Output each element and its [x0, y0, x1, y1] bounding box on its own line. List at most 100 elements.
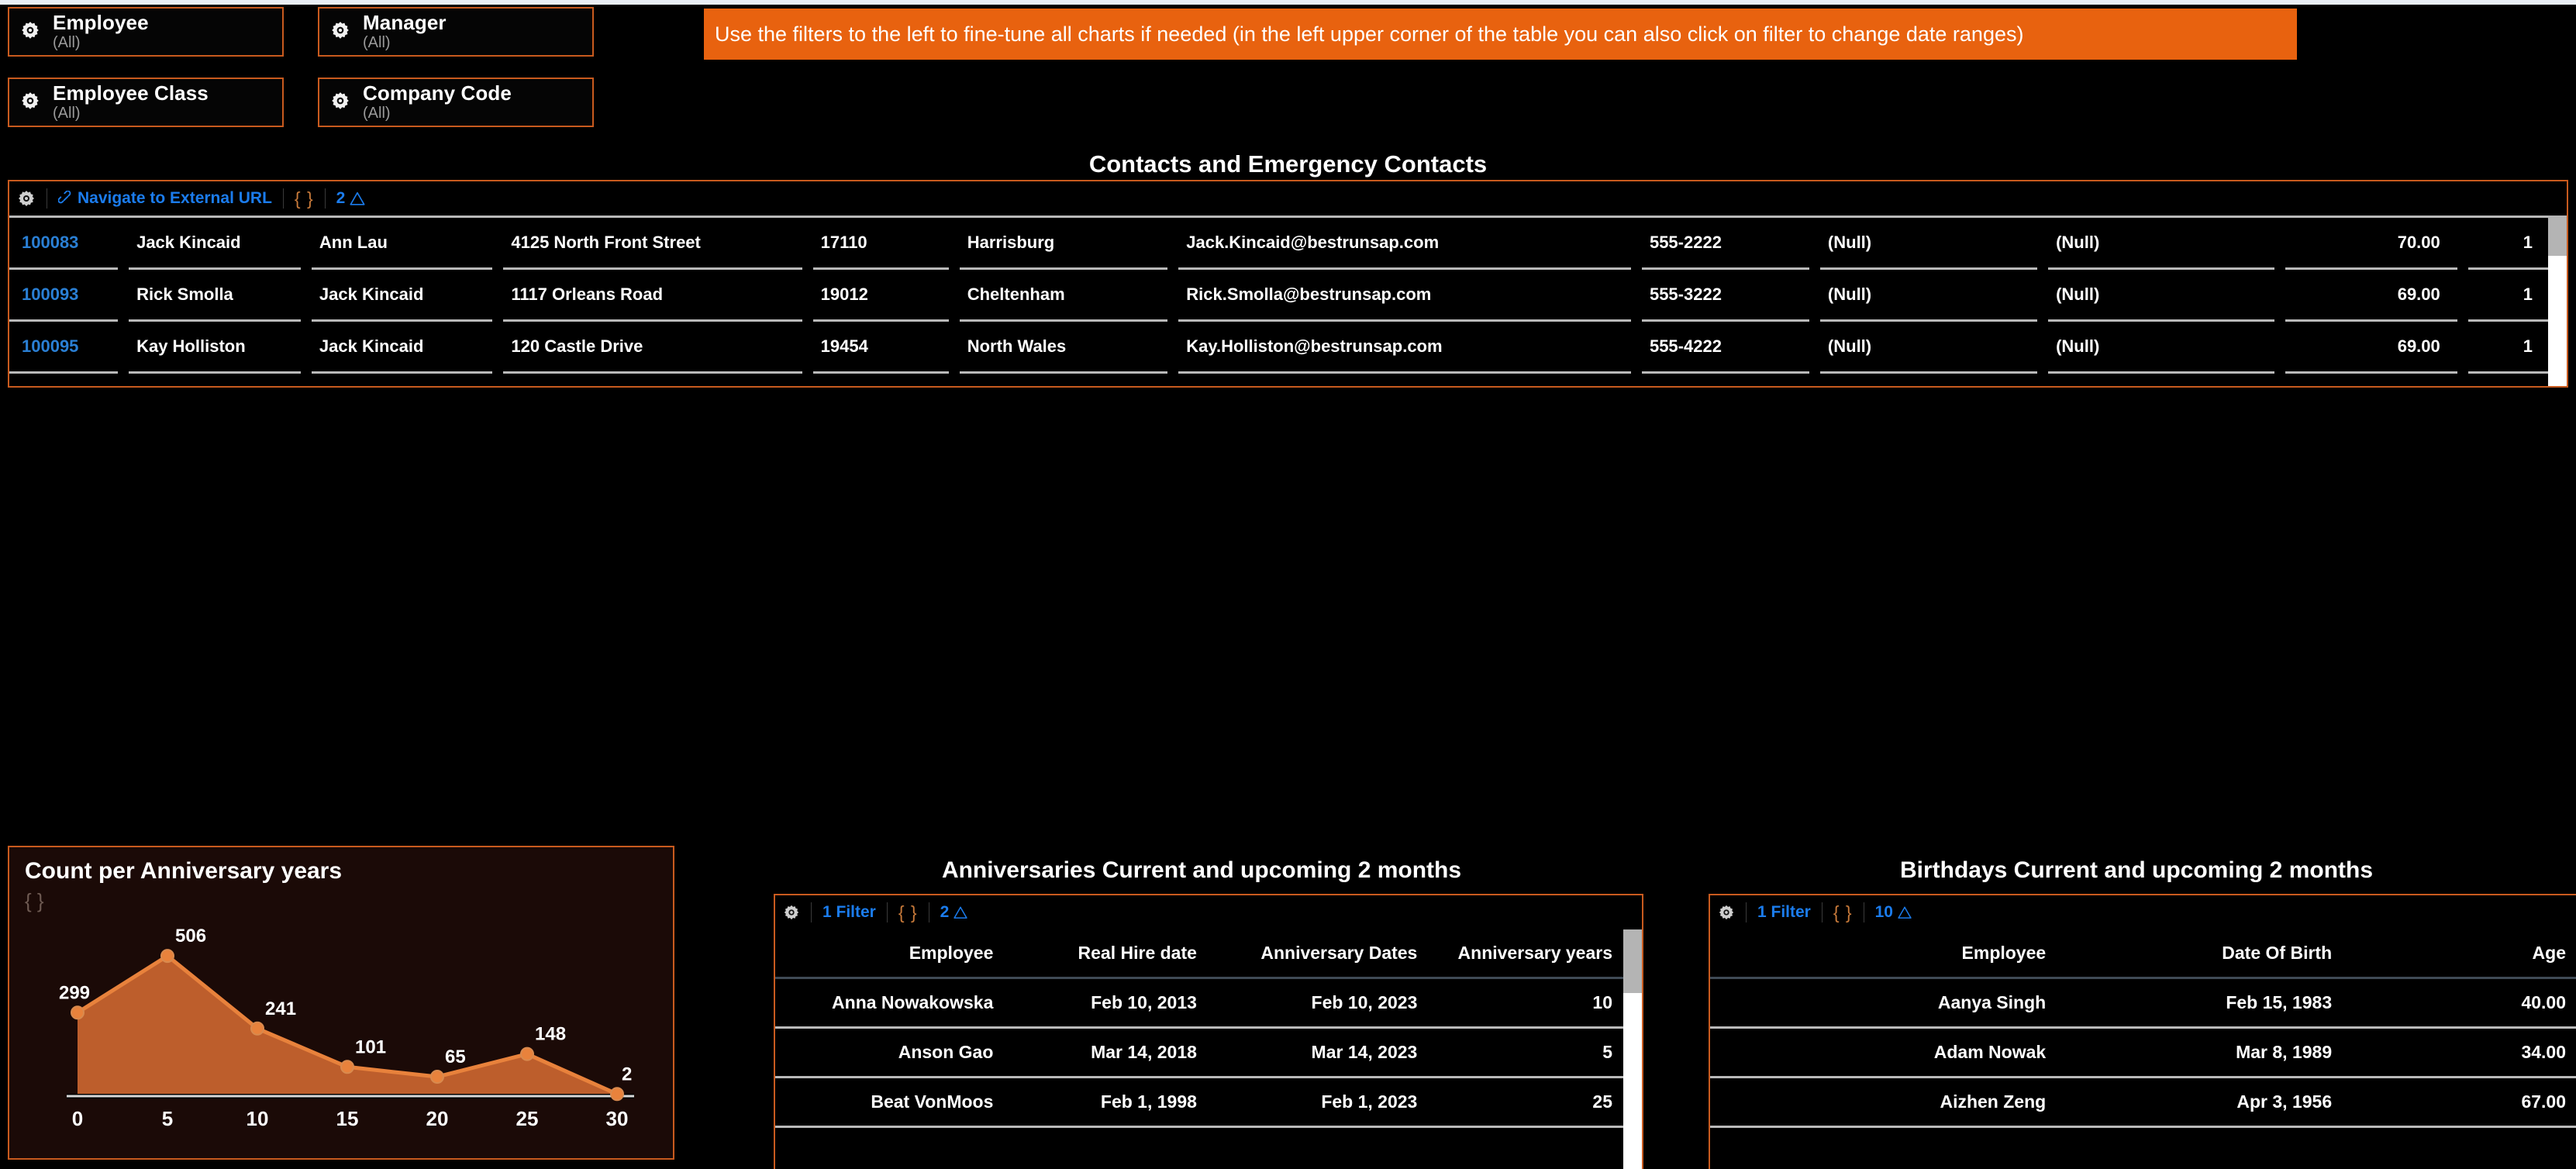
braces-icon[interactable]: { } — [1833, 902, 1853, 923]
cell-gap — [118, 267, 129, 319]
table-row[interactable]: 100083 Jack Kincaid Ann Lau 4125 North Fron… — [9, 216, 2550, 267]
table-cell: Feb 15, 1983 — [2057, 979, 2343, 1029]
chart-data-point[interactable] — [71, 1005, 84, 1020]
contacts-table-vertical-scrollbar[interactable] — [2548, 216, 2567, 386]
column-header[interactable]: Real Hire date — [1004, 929, 1208, 979]
anniversaries-scroll-area[interactable]: Employee Real Hire date Anniversary Dates A… — [775, 929, 1642, 1169]
chart-data-point[interactable] — [430, 1070, 444, 1085]
filter-button[interactable]: 1 Filter — [822, 903, 876, 922]
chart-x-tick-label: 10 — [247, 1107, 269, 1130]
filter-title: Employee — [53, 10, 149, 34]
table-cell: 1 — [2467, 371, 2550, 386]
chart-data-point[interactable] — [250, 1021, 264, 1036]
filter-card-employee-class[interactable]: Employee Class (All) — [8, 78, 284, 127]
gear-icon[interactable] — [1718, 904, 1735, 921]
warning-badge[interactable]: 10 — [1875, 903, 1912, 922]
table-cell: 10 — [1428, 979, 1623, 1029]
chart-data-point[interactable] — [610, 1087, 624, 1102]
chart-x-tick-label: 5 — [162, 1107, 173, 1130]
table-cell: Aanya Singh — [1710, 979, 2057, 1029]
employee-id-link[interactable]: 100083 — [9, 216, 119, 267]
cell-gap — [2457, 371, 2468, 386]
table-row[interactable]: 100093 Rick Smolla Jack Kincaid 1117 Orlean… — [9, 267, 2550, 319]
birthdays-toolbar: 1 Filter { } 10 — [1710, 895, 2576, 929]
table-cell: Sarah.Moultone@bestrunsap.com — [1178, 371, 1631, 386]
chart-data-point[interactable] — [340, 1060, 354, 1074]
table-cell: Feb 10, 2023 — [1207, 979, 1429, 1029]
table-cell: Feb 1, 2023 — [1207, 1078, 1429, 1128]
table-row[interactable]: 100095 Kay Holliston Jack Kincaid 120 Castl… — [9, 319, 2550, 371]
table-row[interactable]: Aizhen Zeng Apr 3, 1956 67.00 — [1710, 1078, 2576, 1128]
gear-icon — [330, 91, 350, 115]
cell-gap — [2274, 216, 2285, 267]
cell-gap — [492, 371, 504, 386]
contacts-table-scroll-area[interactable]: 100083 Jack Kincaid Ann Lau 4125 North Fron… — [9, 216, 2567, 386]
table-cell: North Wales — [959, 319, 1168, 371]
chart-point-label: 506 — [175, 926, 206, 947]
table-row[interactable]: Anson Gao Mar 14, 2018 Mar 14, 2023 5 — [775, 1029, 1623, 1078]
chart-data-point[interactable] — [520, 1047, 534, 1061]
cell-gap — [300, 267, 312, 319]
cell-gap — [1809, 371, 1820, 386]
table-cell: (Null) — [2048, 319, 2274, 371]
filter-card-employee[interactable]: Employee (All) — [8, 7, 284, 57]
braces-icon[interactable]: { } — [9, 885, 673, 913]
warning-badge[interactable]: 2 — [940, 903, 969, 922]
table-cell: (Null) — [2048, 216, 2274, 267]
column-header[interactable]: Age — [2343, 929, 2576, 979]
table-cell: Adam Nowak — [1710, 1029, 2057, 1078]
braces-icon[interactable]: { } — [898, 902, 918, 923]
page-title: Contacts and Emergency Contacts — [1088, 150, 1488, 178]
chart-data-point[interactable] — [160, 949, 174, 964]
contacts-table-card: Navigate to External URL { } 2 100083 Jac… — [8, 180, 2568, 388]
cell-gap — [1167, 319, 1179, 371]
scrollbar-thumb[interactable] — [1623, 929, 1642, 993]
table-cell: (Null) — [2048, 267, 2274, 319]
filter-card-manager[interactable]: Manager (All) — [318, 7, 594, 57]
cell-gap — [2037, 267, 2049, 319]
window-top-strip — [0, 0, 2576, 5]
employee-id-link[interactable]: 100093 — [9, 267, 119, 319]
cell-gap — [2274, 267, 2285, 319]
cell-gap — [1809, 216, 1820, 267]
column-header[interactable]: Employee — [1710, 929, 2057, 979]
column-header[interactable]: Date Of Birth — [2057, 929, 2343, 979]
filter-title: Employee Class — [53, 81, 209, 105]
table-cell: Apr 3, 1956 — [2057, 1078, 2343, 1128]
toolbar-divider — [282, 188, 284, 209]
table-cell: 40.00 — [2343, 979, 2576, 1029]
cell-gap — [1630, 267, 1642, 319]
table-cell: 69.00 — [2285, 319, 2457, 371]
anniversaries-vertical-scrollbar[interactable] — [1623, 929, 1642, 1169]
column-header[interactable]: Anniversary Dates — [1207, 929, 1429, 979]
chart-x-tick-label: 25 — [516, 1107, 539, 1130]
chart-plot-area[interactable]: 299 506 241 101 65 148 2 0 5 10 15 20 25 30 — [9, 913, 673, 1138]
info-banner: Use the filters to the left to fine-tune… — [704, 9, 2297, 60]
birthdays-scroll-area[interactable]: Employee Date Of Birth Age Aanya Singh Feb 1… — [1710, 929, 2576, 1169]
table-row[interactable]: 100096 Sarah Moultone Russell Goddard 206-9… — [9, 371, 2550, 386]
table-row[interactable]: Anna Nowakowska Feb 10, 2013 Feb 10, 2023 1… — [775, 979, 1623, 1029]
gear-icon[interactable] — [17, 189, 36, 208]
table-row[interactable]: Beat VonMoos Feb 1, 1998 Feb 1, 2023 25 — [775, 1078, 1623, 1128]
braces-icon[interactable]: { } — [295, 188, 314, 209]
table-row[interactable]: Adam Nowak Mar 8, 1989 34.00 — [1710, 1029, 2576, 1078]
cell-gap — [948, 216, 960, 267]
employee-id-link[interactable]: 100096 — [9, 371, 119, 386]
chart-x-tick-label: 30 — [606, 1107, 629, 1130]
column-header[interactable]: Employee — [775, 929, 1005, 979]
gear-icon[interactable] — [783, 904, 800, 921]
warning-badge[interactable]: 2 — [336, 189, 367, 208]
navigate-to-external-url-button[interactable]: Navigate to External URL — [58, 189, 272, 208]
scrollbar-thumb[interactable] — [2548, 216, 2567, 256]
chart-point-label: 65 — [445, 1047, 466, 1067]
table-row[interactable]: Aanya Singh Feb 15, 1983 40.00 — [1710, 979, 2576, 1029]
employee-id-link[interactable]: 100095 — [9, 319, 119, 371]
filter-button[interactable]: 1 Filter — [1757, 903, 1811, 922]
column-header[interactable]: Anniversary years — [1428, 929, 1623, 979]
table-cell: Feb 10, 2013 — [1004, 979, 1208, 1029]
birthdays-table: Employee Date Of Birth Age Aanya Singh Feb 1… — [1710, 929, 2576, 1128]
table-cell: Aizhen Zeng — [1710, 1078, 2057, 1128]
table-cell: Jack Kincaid — [311, 319, 493, 371]
table-cell: 19454 — [812, 319, 949, 371]
filter-card-company-code[interactable]: Company Code (All) — [318, 78, 594, 127]
